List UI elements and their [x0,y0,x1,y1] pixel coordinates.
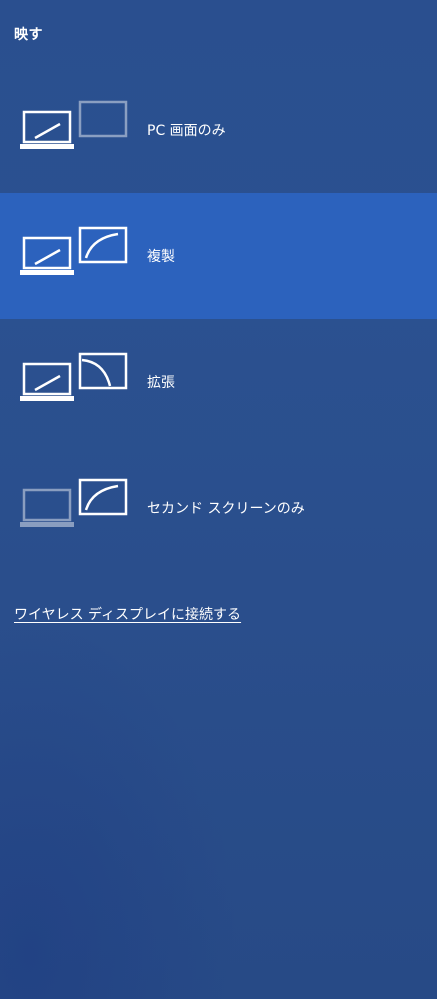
extend-icon [20,352,128,401]
second-screen-only-icon [20,478,128,527]
option-pc-screen-only[interactable]: PC 画面のみ [0,67,437,193]
option-label: 拡張 [147,375,175,391]
option-label: PC 画面のみ [147,123,226,139]
panel-title: 映す [14,27,43,43]
option-extend[interactable]: 拡張 [0,319,437,445]
connect-wireless-display-link[interactable]: ワイヤレス ディスプレイに接続する [14,604,241,624]
duplicate-icon [20,226,128,275]
option-label: 複製 [147,249,175,265]
option-label: セカンド スクリーンのみ [147,501,305,517]
pc-screen-only-icon [20,100,128,149]
option-duplicate[interactable]: 複製 [0,193,437,319]
option-second-screen-only[interactable]: セカンド スクリーンのみ [0,445,437,571]
project-panel: 映す PC 画面のみ 複製 拡張 セカンド スクリーンのみ ワイヤレス ディスプ… [0,0,437,999]
